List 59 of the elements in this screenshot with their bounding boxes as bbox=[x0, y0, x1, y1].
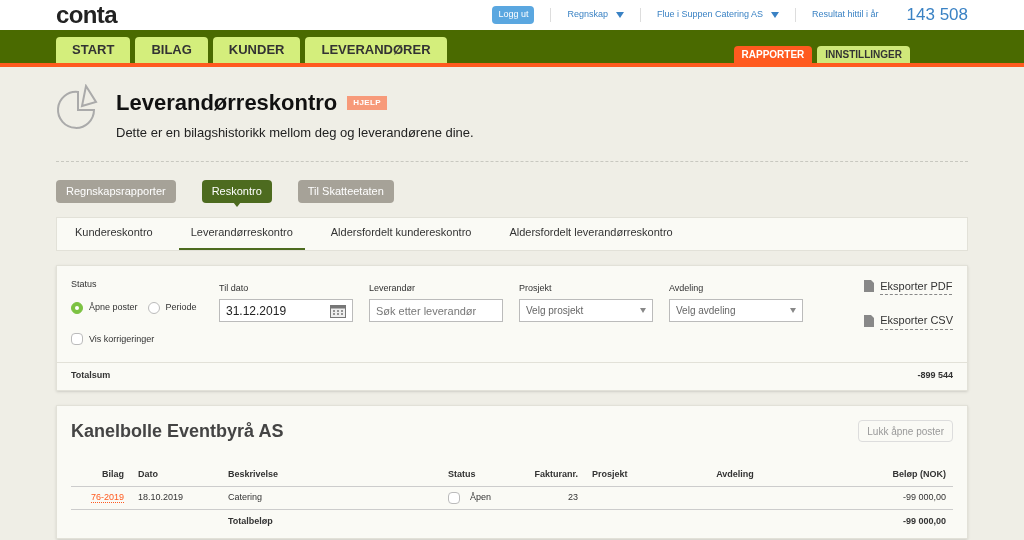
table-cell: 23 bbox=[521, 486, 585, 510]
select-field[interactable]: Velg prosjekt bbox=[519, 299, 653, 322]
field-label: Status bbox=[71, 277, 98, 291]
total-value: -99 000,00 bbox=[765, 509, 953, 534]
field-label: Til dato bbox=[219, 281, 250, 295]
column-header: Avdeling bbox=[705, 462, 765, 487]
calendar-icon bbox=[330, 303, 346, 318]
main-nav-tab[interactable]: LEVERANDØRER bbox=[305, 37, 447, 63]
status-text: Åpen bbox=[470, 491, 492, 505]
caret-icon bbox=[615, 12, 624, 18]
result-link[interactable]: Resultat hittil i år bbox=[795, 8, 879, 22]
radio-label: Periode bbox=[165, 301, 197, 314]
file-icon bbox=[864, 280, 875, 293]
page-subtitle: Dette er en bilagshistorikk mellom deg og leverandørene dine. bbox=[116, 124, 474, 142]
total-label: Totalbeløp bbox=[221, 509, 441, 534]
field-label: Prosjekt bbox=[519, 281, 553, 295]
main-nav-tab[interactable]: START bbox=[56, 37, 131, 63]
ledger-tab[interactable]: Aldersfordelt kundereskontro bbox=[318, 217, 484, 250]
logo[interactable]: conta bbox=[56, 3, 117, 27]
field-label: Leverandør bbox=[369, 281, 417, 295]
main-nav-tab[interactable]: BILAG bbox=[135, 37, 208, 63]
column-header: Beskrivelse bbox=[221, 462, 441, 487]
radio-button[interactable] bbox=[71, 301, 83, 314]
select-field[interactable]: Velg avdeling bbox=[669, 299, 803, 322]
caret-icon bbox=[640, 308, 646, 313]
page-title: Leverandørreskontro bbox=[116, 89, 338, 117]
checkbox-label: Vis korrigeringer bbox=[89, 332, 155, 346]
column-header: Beløp (NOK) bbox=[765, 462, 953, 487]
ledger-tab[interactable]: Kundereskontro bbox=[63, 217, 165, 250]
radio-button[interactable] bbox=[147, 301, 160, 314]
column-header: Status bbox=[441, 462, 521, 487]
ledger-tab[interactable]: Aldersfordelt leverandørreskontro bbox=[497, 217, 685, 250]
export-link[interactable]: Eksporter CSV bbox=[880, 312, 953, 330]
column-header: Bilag bbox=[71, 462, 131, 487]
field-label: Avdeling bbox=[669, 281, 705, 295]
caret-icon bbox=[790, 308, 796, 313]
table-cell: Catering bbox=[221, 486, 441, 510]
ledger-tab[interactable]: Leverandørreskontro bbox=[178, 217, 305, 250]
table-cell: -99 000,00 bbox=[765, 486, 953, 510]
total-label: Totalsum bbox=[71, 369, 111, 383]
export-link[interactable]: Eksporter PDF bbox=[880, 277, 953, 295]
main-nav-tab[interactable]: KUNDER bbox=[212, 37, 301, 63]
radio-label: Åpne poster bbox=[89, 301, 138, 314]
dropdown-menu[interactable]: Flue i Suppen Catering AS bbox=[639, 8, 779, 22]
checkbox[interactable] bbox=[71, 333, 83, 346]
supplier-name: Kanelbolle Eventbyrå AS bbox=[71, 419, 284, 443]
column-header: Prosjekt bbox=[585, 462, 705, 487]
checkbox[interactable] bbox=[448, 492, 460, 504]
caret-icon bbox=[771, 12, 779, 18]
table-cell: 18.10.2019 bbox=[131, 486, 221, 510]
file-icon bbox=[864, 314, 875, 327]
date-field[interactable]: 31.12.2019 bbox=[219, 299, 353, 322]
section-tab[interactable]: INNSTILLINGER bbox=[817, 46, 910, 63]
supplier-search-field[interactable]: Søk etter leverandør bbox=[369, 299, 503, 322]
column-header: Dato bbox=[131, 462, 221, 487]
column-header: Fakturanr. bbox=[521, 462, 585, 487]
dropdown-menu[interactable]: Regnskap bbox=[550, 8, 624, 22]
total-value: -899 544 bbox=[917, 369, 953, 383]
result-value: 143 508 bbox=[906, 4, 968, 27]
